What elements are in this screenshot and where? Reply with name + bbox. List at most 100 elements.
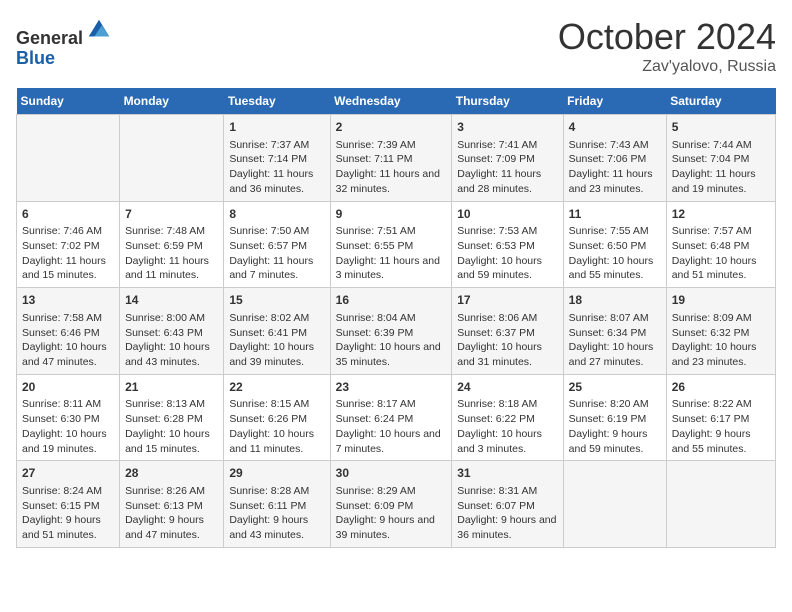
calendar-cell: 31 Sunrise: 8:31 AM Sunset: 6:07 PM Dayli… [452,461,563,548]
calendar-cell: 28 Sunrise: 8:26 AM Sunset: 6:13 PM Dayli… [120,461,224,548]
day-number: 1 [229,119,324,136]
day-content: Sunrise: 8:18 AM Sunset: 6:22 PM Dayligh… [457,397,557,456]
day-content: Sunrise: 8:00 AM Sunset: 6:43 PM Dayligh… [125,311,218,370]
calendar-cell: 26Sunrise: 8:22 AM Sunset: 6:17 PM Dayli… [666,374,775,461]
page-header: General Blue October 2024 Zav'yalovo, Ru… [16,16,776,76]
calendar-cell: 20Sunrise: 8:11 AM Sunset: 6:30 PM Dayli… [17,374,120,461]
day-content: Sunrise: 7:46 AM Sunset: 7:02 PM Dayligh… [22,224,114,283]
day-content: Sunrise: 7:55 AM Sunset: 6:50 PM Dayligh… [569,224,661,283]
calendar-week-2: 6Sunrise: 7:46 AM Sunset: 7:02 PM Daylig… [17,201,776,288]
calendar-cell: 16 Sunrise: 8:04 AM Sunset: 6:39 PM Dayli… [330,288,452,375]
day-number: 24 [457,379,557,396]
calendar-cell: 5 Sunrise: 7:44 AM Sunset: 7:04 PM Daylig… [666,115,775,202]
calendar-cell: 15Sunrise: 8:02 AM Sunset: 6:41 PM Dayli… [224,288,330,375]
day-number: 14 [125,292,218,309]
calendar-cell [17,115,120,202]
day-number: 5 [672,119,770,136]
logo-icon [85,16,113,44]
calendar-cell: 3 Sunrise: 7:41 AM Sunset: 7:09 PM Daylig… [452,115,563,202]
calendar-cell: 13 Sunrise: 7:58 AM Sunset: 6:46 PM Dayli… [17,288,120,375]
day-content: Sunrise: 7:37 AM Sunset: 7:14 PM Dayligh… [229,138,324,197]
day-number: 6 [22,206,114,223]
day-number: 20 [22,379,114,396]
calendar-cell: 6Sunrise: 7:46 AM Sunset: 7:02 PM Daylig… [17,201,120,288]
calendar-cell: 1 Sunrise: 7:37 AM Sunset: 7:14 PM Daylig… [224,115,330,202]
calendar-cell: 21Sunrise: 8:13 AM Sunset: 6:28 PM Dayli… [120,374,224,461]
day-content: Sunrise: 8:13 AM Sunset: 6:28 PM Dayligh… [125,397,218,456]
title-block: October 2024 Zav'yalovo, Russia [558,16,776,76]
calendar-cell [563,461,666,548]
header-sunday: Sunday [17,88,120,115]
day-number: 27 [22,465,114,482]
logo: General Blue [16,16,113,69]
day-content: Sunrise: 7:58 AM Sunset: 6:46 PM Dayligh… [22,311,114,370]
calendar-cell: 7Sunrise: 7:48 AM Sunset: 6:59 PM Daylig… [120,201,224,288]
day-content: Sunrise: 8:15 AM Sunset: 6:26 PM Dayligh… [229,397,324,456]
day-content: Sunrise: 7:51 AM Sunset: 6:55 PM Dayligh… [336,224,447,283]
day-content: Sunrise: 8:28 AM Sunset: 6:11 PM Dayligh… [229,484,324,543]
calendar-week-5: 27Sunrise: 8:24 AM Sunset: 6:15 PM Dayli… [17,461,776,548]
day-content: Sunrise: 8:09 AM Sunset: 6:32 PM Dayligh… [672,311,770,370]
day-content: Sunrise: 8:29 AM Sunset: 6:09 PM Dayligh… [336,484,447,543]
day-content: Sunrise: 7:48 AM Sunset: 6:59 PM Dayligh… [125,224,218,283]
calendar-cell: 9Sunrise: 7:51 AM Sunset: 6:55 PM Daylig… [330,201,452,288]
day-content: Sunrise: 8:11 AM Sunset: 6:30 PM Dayligh… [22,397,114,456]
day-content: Sunrise: 8:07 AM Sunset: 6:34 PM Dayligh… [569,311,661,370]
day-number: 18 [569,292,661,309]
calendar-cell: 18 Sunrise: 8:07 AM Sunset: 6:34 PM Dayli… [563,288,666,375]
day-content: Sunrise: 7:57 AM Sunset: 6:48 PM Dayligh… [672,224,770,283]
header-tuesday: Tuesday [224,88,330,115]
month-title: October 2024 [558,16,776,58]
day-number: 21 [125,379,218,396]
calendar-cell: 29 Sunrise: 8:28 AM Sunset: 6:11 PM Dayli… [224,461,330,548]
day-number: 26 [672,379,770,396]
day-number: 2 [336,119,447,136]
day-number: 3 [457,119,557,136]
calendar-cell: 19 Sunrise: 8:09 AM Sunset: 6:32 PM Dayli… [666,288,775,375]
logo-general: General [16,28,83,48]
logo-blue: Blue [16,48,55,68]
header-saturday: Saturday [666,88,775,115]
day-content: Sunrise: 8:26 AM Sunset: 6:13 PM Dayligh… [125,484,218,543]
header-wednesday: Wednesday [330,88,452,115]
day-number: 25 [569,379,661,396]
day-content: Sunrise: 8:31 AM Sunset: 6:07 PM Dayligh… [457,484,557,543]
calendar-cell: 17Sunrise: 8:06 AM Sunset: 6:37 PM Dayli… [452,288,563,375]
day-number: 28 [125,465,218,482]
day-number: 23 [336,379,447,396]
day-number: 11 [569,206,661,223]
calendar-cell: 22Sunrise: 8:15 AM Sunset: 6:26 PM Dayli… [224,374,330,461]
day-number: 12 [672,206,770,223]
day-content: Sunrise: 8:22 AM Sunset: 6:17 PM Dayligh… [672,397,770,456]
day-number: 19 [672,292,770,309]
day-number: 22 [229,379,324,396]
day-content: Sunrise: 8:06 AM Sunset: 6:37 PM Dayligh… [457,311,557,370]
day-content: Sunrise: 8:20 AM Sunset: 6:19 PM Dayligh… [569,397,661,456]
calendar-cell: 27Sunrise: 8:24 AM Sunset: 6:15 PM Dayli… [17,461,120,548]
calendar-cell: 30Sunrise: 8:29 AM Sunset: 6:09 PM Dayli… [330,461,452,548]
calendar-table: SundayMondayTuesdayWednesdayThursdayFrid… [16,88,776,548]
calendar-cell: 23Sunrise: 8:17 AM Sunset: 6:24 PM Dayli… [330,374,452,461]
day-content: Sunrise: 7:41 AM Sunset: 7:09 PM Dayligh… [457,138,557,197]
calendar-week-1: 1 Sunrise: 7:37 AM Sunset: 7:14 PM Daylig… [17,115,776,202]
calendar-week-3: 13 Sunrise: 7:58 AM Sunset: 6:46 PM Dayli… [17,288,776,375]
day-number: 10 [457,206,557,223]
day-number: 7 [125,206,218,223]
day-content: Sunrise: 7:50 AM Sunset: 6:57 PM Dayligh… [229,224,324,283]
calendar-cell: 14 Sunrise: 8:00 AM Sunset: 6:43 PM Dayli… [120,288,224,375]
day-content: Sunrise: 7:44 AM Sunset: 7:04 PM Dayligh… [672,138,770,197]
day-number: 16 [336,292,447,309]
calendar-cell: 24Sunrise: 8:18 AM Sunset: 6:22 PM Dayli… [452,374,563,461]
header-friday: Friday [563,88,666,115]
day-number: 13 [22,292,114,309]
day-content: Sunrise: 7:43 AM Sunset: 7:06 PM Dayligh… [569,138,661,197]
day-content: Sunrise: 8:04 AM Sunset: 6:39 PM Dayligh… [336,311,447,370]
header-thursday: Thursday [452,88,563,115]
calendar-cell: 2 Sunrise: 7:39 AM Sunset: 7:11 PM Daylig… [330,115,452,202]
day-content: Sunrise: 8:02 AM Sunset: 6:41 PM Dayligh… [229,311,324,370]
day-content: Sunrise: 7:39 AM Sunset: 7:11 PM Dayligh… [336,138,447,197]
day-number: 31 [457,465,557,482]
day-number: 29 [229,465,324,482]
header-monday: Monday [120,88,224,115]
calendar-week-4: 20Sunrise: 8:11 AM Sunset: 6:30 PM Dayli… [17,374,776,461]
